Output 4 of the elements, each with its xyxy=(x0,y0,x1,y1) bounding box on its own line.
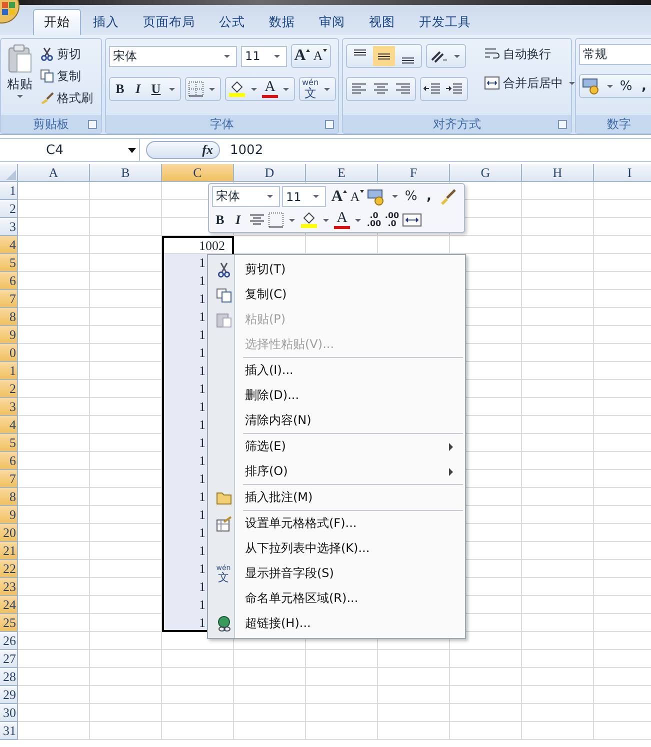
group-title: 数字 xyxy=(607,116,631,132)
group-title: 对齐方式 xyxy=(433,116,481,132)
group-title: 字体 xyxy=(210,116,234,132)
group-title: 剪贴板 xyxy=(33,116,69,132)
